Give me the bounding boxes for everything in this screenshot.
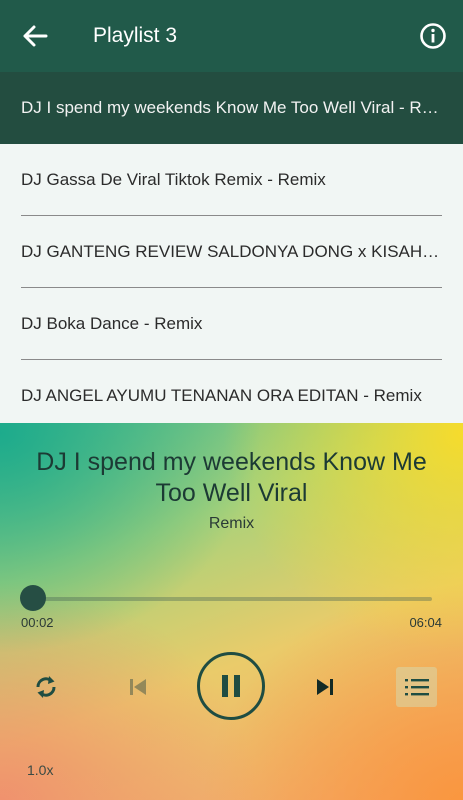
current-time: 00:02 [21,615,54,630]
total-time: 06:04 [409,615,442,630]
playlist-item[interactable]: DJ ANGEL AYUMU TENANAN ORA EDITAN - Remi… [0,360,463,423]
now-playing-subtitle: Remix [208,515,255,532]
skip-next-icon[interactable] [311,673,339,701]
app-bar: Playlist 3 [0,0,463,72]
now-playing-title: DJ I spend my weekends Know Me Too Well … [36,448,427,507]
playlist-item[interactable]: DJ Gassa De Viral Tiktok Remix - Remix [0,144,463,216]
now-playing-panel: DJ I spend my weekends Know Me Too Well … [0,423,463,800]
playlist-item-label: DJ ANGEL AYUMU TENANAN ORA EDITAN - Remi… [21,386,422,405]
info-icon[interactable] [417,20,449,52]
repeat-icon[interactable] [30,671,62,703]
skip-previous-icon[interactable] [124,673,152,701]
playlist-item-label: DJ Boka Dance - Remix [21,314,203,333]
playback-speed[interactable]: 1.0x [27,762,53,778]
back-arrow-icon[interactable] [18,20,52,52]
seek-thumb[interactable] [20,585,46,611]
pause-icon [222,675,240,697]
playlist-item-label: DJ GANTENG REVIEW SALDONYA DONG x KISAH … [21,242,441,261]
seek-bar[interactable] [33,597,432,601]
playlist-item[interactable]: DJ Boka Dance - Remix [0,288,463,360]
playlist-item-current[interactable]: DJ I spend my weekends Know Me Too Well … [0,72,463,144]
queue-list-button[interactable] [396,667,437,707]
playlist-item-label: DJ Gassa De Viral Tiktok Remix - Remix [21,170,326,189]
playlist-item[interactable]: DJ GANTENG REVIEW SALDONYA DONG x KISAH … [0,216,463,288]
queue-list-icon [404,679,429,696]
pause-button[interactable] [197,652,265,720]
playlist: DJ I spend my weekends Know Me Too Well … [0,72,463,423]
playlist-item-label: DJ I spend my weekends Know Me Too Well … [21,98,441,117]
page-title: Playlist 3 [93,24,178,47]
